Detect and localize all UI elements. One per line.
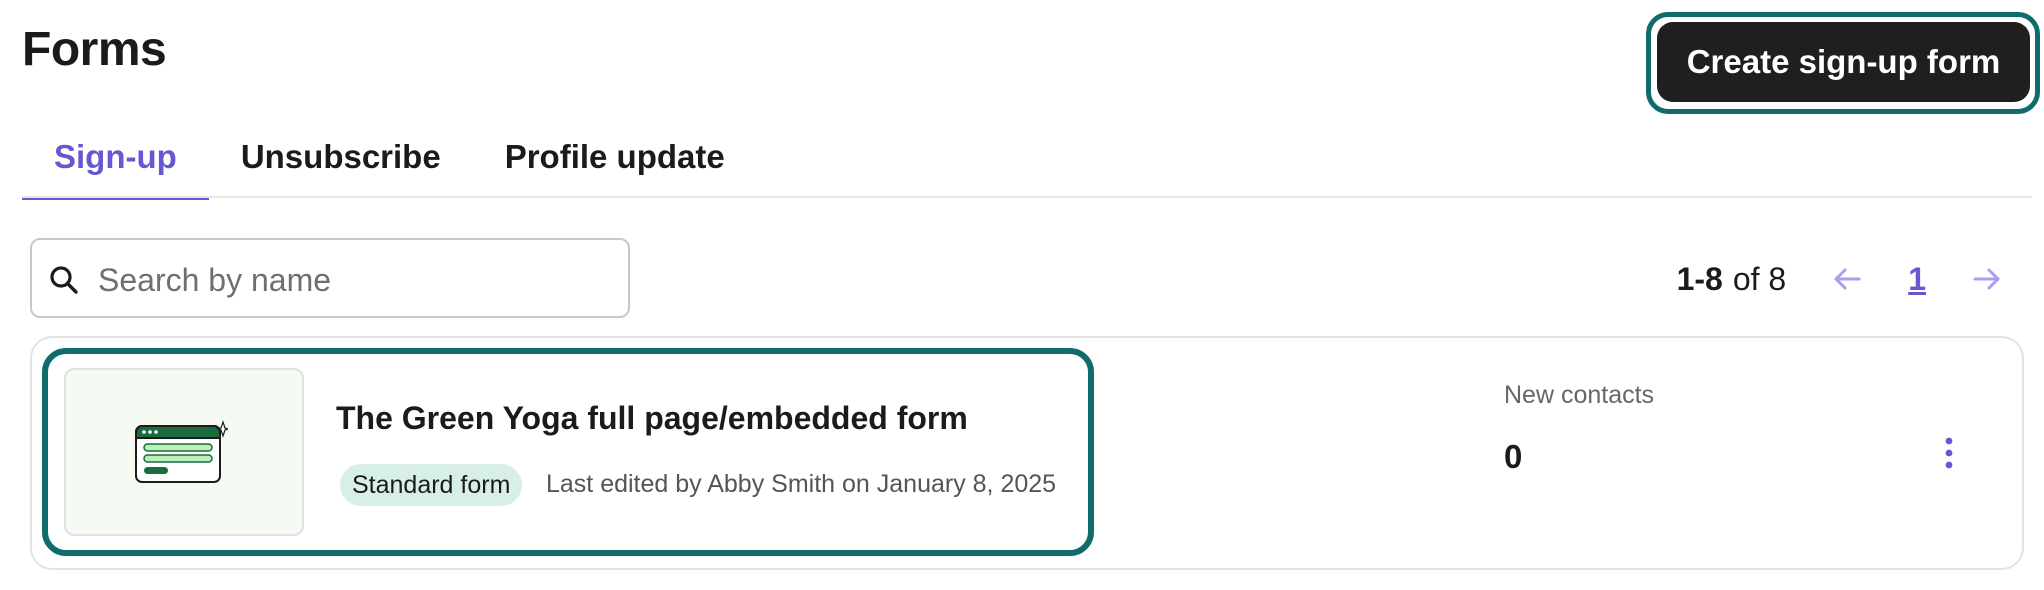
tabs-divider [22,196,2032,198]
tab-profile-update[interactable]: Profile update [473,118,757,196]
new-contacts-value: 0 [1504,438,1523,475]
pagination-total: of 8 [1732,260,1787,297]
more-vertical-icon[interactable] [1936,435,1962,471]
page-number-link[interactable]: 1 [1908,261,1926,298]
last-edited-text: Last edited by Abby Smith on January 8, … [546,470,1057,498]
arrow-left-icon[interactable] [1830,262,1864,296]
pagination-range: 1-8 [1676,260,1723,297]
search-input[interactable] [96,254,620,306]
form-type-tabs: Sign-up Unsubscribe Profile update [22,118,757,200]
arrow-right-icon[interactable] [1970,262,2004,296]
search-icon [50,266,78,294]
page-title: Forms [22,23,167,76]
new-contacts-label: New contacts [1504,381,1655,409]
tab-sign-up[interactable]: Sign-up [22,118,209,200]
form-thumbnail[interactable] [64,368,304,536]
tab-unsubscribe[interactable]: Unsubscribe [209,118,473,196]
pagination: 1-8 of 8 1 [1677,254,2004,304]
form-illustration-icon [135,420,228,483]
form-type-badge: Standard form [340,464,523,506]
create-sign-up-form-button[interactable]: Create sign-up form [1657,22,2030,102]
search-box[interactable] [30,238,630,318]
form-name-link[interactable]: The Green Yoga full page/embedded form [336,400,968,437]
